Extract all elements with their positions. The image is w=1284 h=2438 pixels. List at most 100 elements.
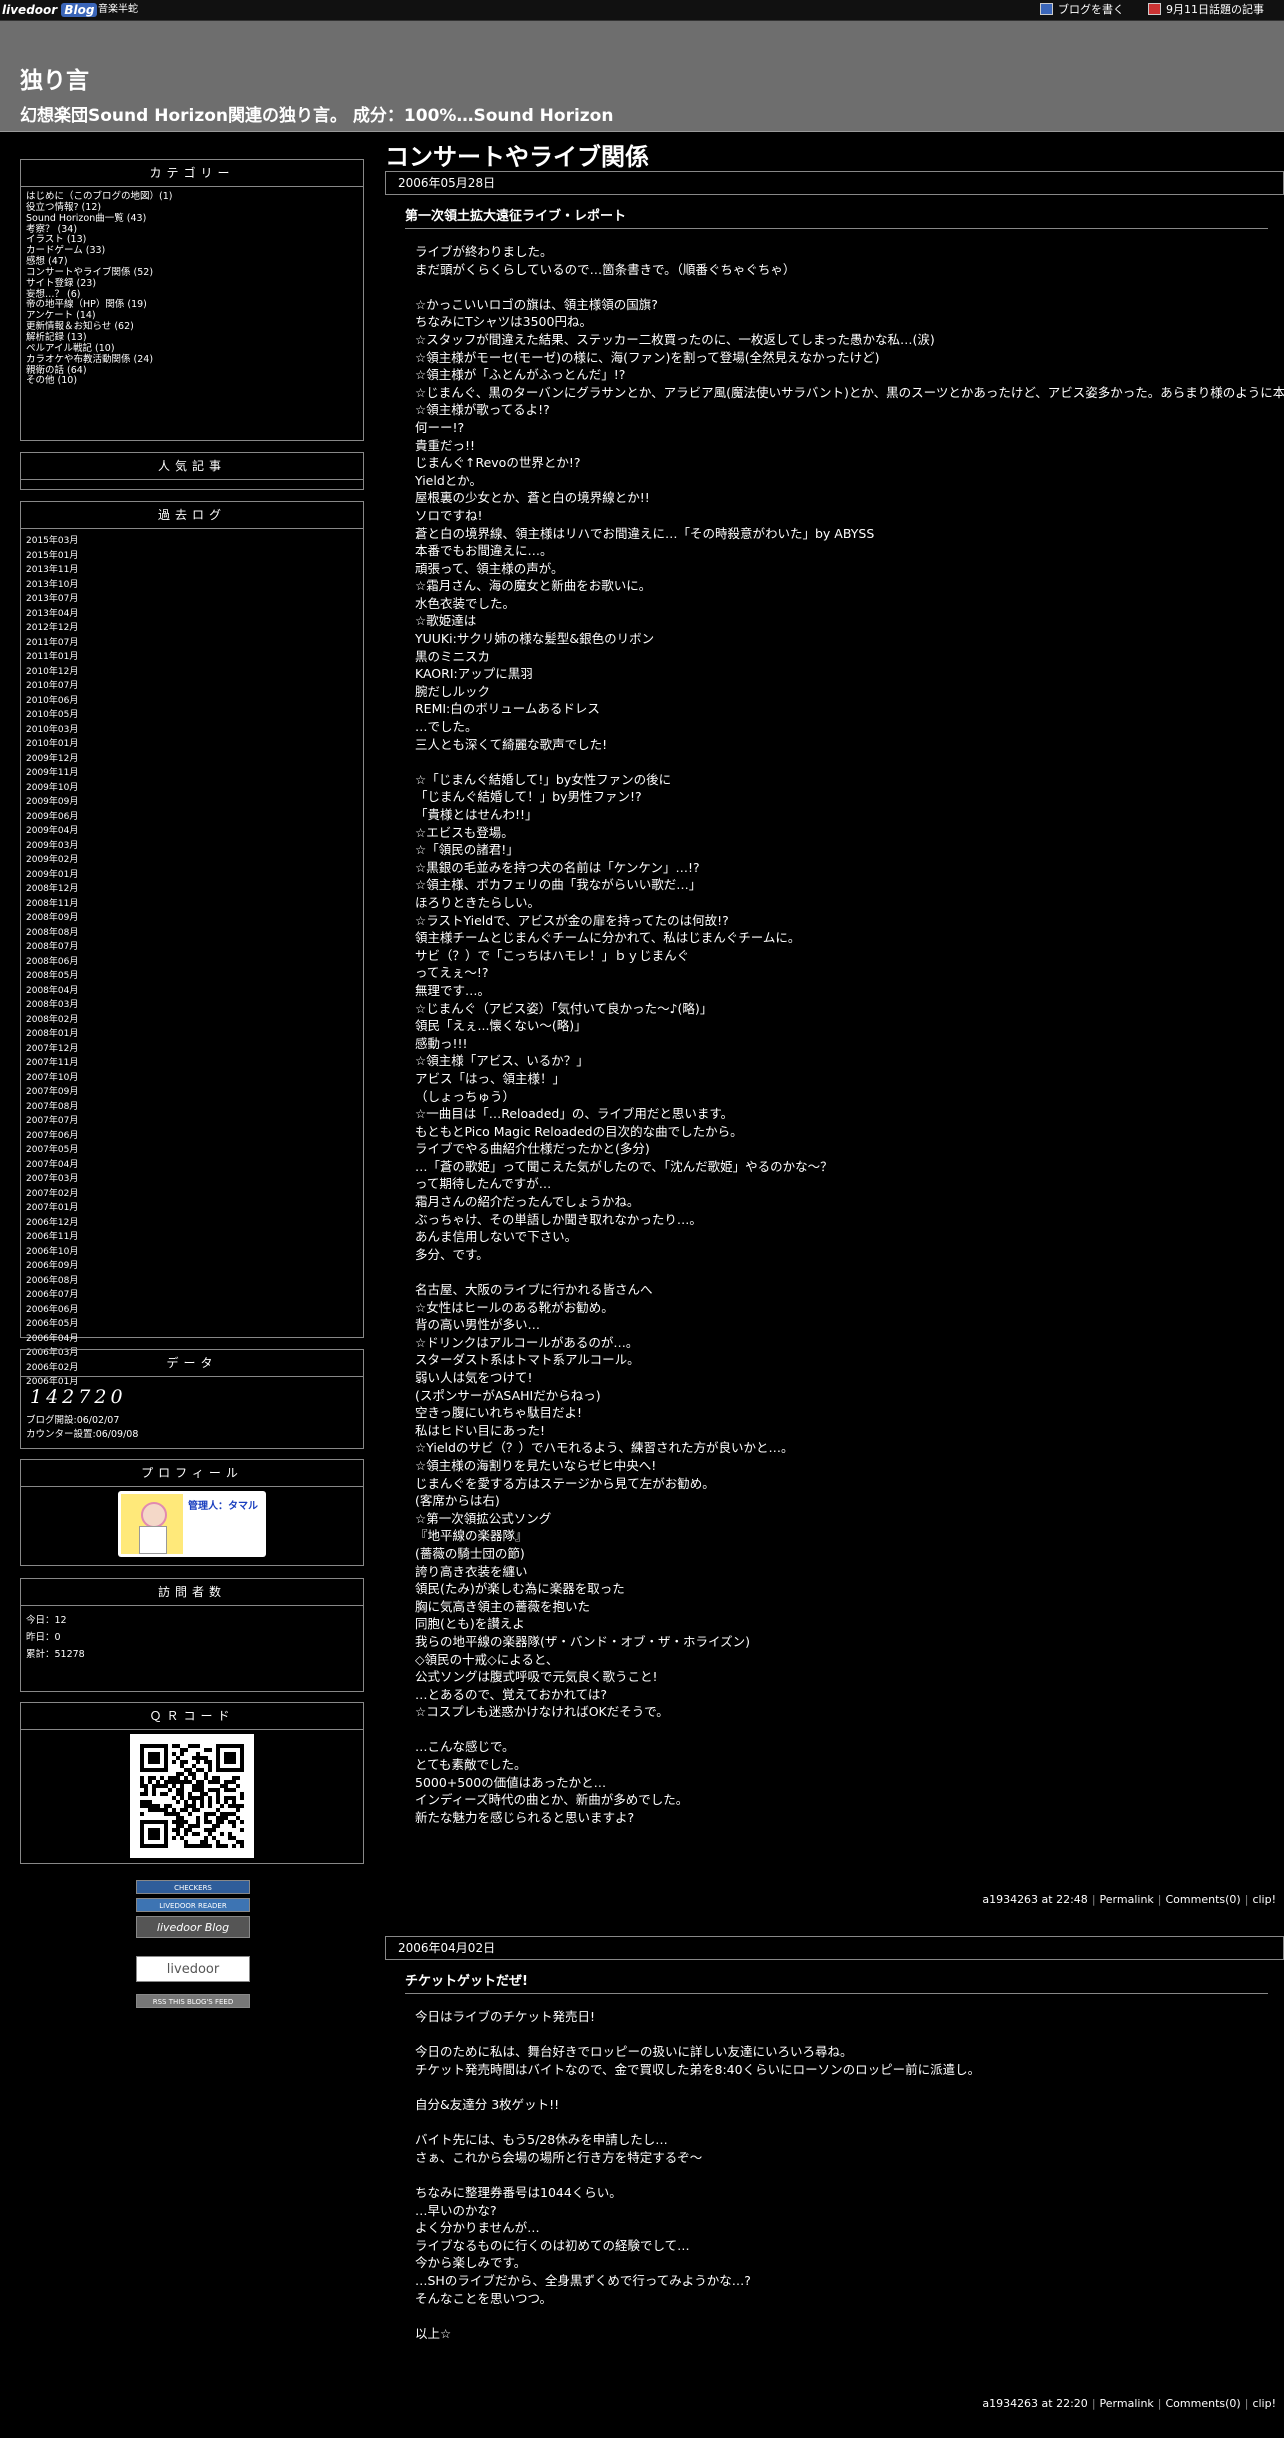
category-item-text[interactable]: サイト登録 (23) (26, 278, 96, 289)
blog-title[interactable]: 独り言 (20, 61, 89, 95)
entry-line: スターダスト系はトマト系アルコール。 (415, 1351, 1275, 1369)
archive-item-text[interactable]: 2009年03月 (26, 841, 78, 851)
archive-item-text[interactable]: 2009年04月 (26, 826, 78, 836)
archive-item-text[interactable]: 2008年01月 (26, 1029, 78, 1039)
archive-item-text[interactable]: 2007年06月 (26, 1131, 78, 1141)
write-blog-link[interactable]: ブログを書く (1040, 0, 1124, 20)
category-item-text[interactable]: イラスト (13) (26, 234, 86, 245)
archive-item-text[interactable]: 2010年12月 (26, 667, 78, 677)
livedoor-blog-badge[interactable]: livedoor Blog (136, 1916, 250, 1938)
entry-line: ライブなるものに行くのは初めての経験でして… (415, 2237, 1275, 2255)
category-item-text[interactable]: Sound Horizon曲一覧 (43) (26, 213, 146, 224)
archive-item-text[interactable]: 2007年03月 (26, 1174, 78, 1184)
archive-item-text[interactable]: 2006年07月 (26, 1290, 78, 1300)
archive-item-text[interactable]: 2008年08月 (26, 928, 78, 938)
category-item-text[interactable]: 妄想…？ (6) (26, 289, 80, 300)
archive-item-text[interactable]: 2012年12月 (26, 623, 78, 633)
category-item-text[interactable]: 帝の地平線（HP）関係 (19) (26, 299, 147, 311)
qr-code-image[interactable] (130, 1734, 254, 1858)
archive-item-text[interactable]: 2013年10月 (26, 580, 78, 590)
category-item-text[interactable]: コンサートやライブ関係 (52) (26, 267, 153, 278)
archive-item-text[interactable]: 2006年12月 (26, 1218, 78, 1228)
archive-item-text[interactable]: 2009年11月 (26, 768, 78, 778)
archive-item-text[interactable]: 2008年07月 (26, 942, 78, 952)
archive-item-text[interactable]: 2013年07月 (26, 594, 78, 604)
entry-line-text: ☆領主様「アビス、いるか？」 (415, 1053, 589, 1069)
archive-item-text[interactable]: 2006年11月 (26, 1232, 78, 1242)
topic-news-link[interactable]: 9月11日話題の記事 (1148, 0, 1264, 20)
checkers-badge[interactable]: CHECKERS (136, 1880, 250, 1894)
archive-item-text[interactable]: 2010年05月 (26, 710, 78, 720)
archive-item-text[interactable]: 2010年06月 (26, 696, 78, 706)
category-item-text[interactable]: 解析記録 (13) (26, 332, 87, 343)
archive-item-text[interactable]: 2008年05月 (26, 971, 78, 981)
archive-item-text[interactable]: 2007年09月 (26, 1087, 78, 1097)
archive-item-text[interactable]: 2006年06月 (26, 1305, 78, 1315)
archive-item-text[interactable]: 2007年08月 (26, 1102, 78, 1112)
comments-link[interactable]: Comments(0) (1166, 2397, 1241, 2410)
entry-title[interactable]: チケットゲットだぜ! (405, 1970, 1268, 1994)
archive-item-text[interactable]: 2008年06月 (26, 957, 78, 967)
category-item-text[interactable]: カードゲーム (33) (26, 245, 105, 256)
archive-item-text[interactable]: 2008年11月 (26, 899, 78, 909)
archive-item-text[interactable]: 2011年01月 (26, 652, 78, 662)
archive-item-text[interactable]: 2011年07月 (26, 638, 78, 648)
category-item-text[interactable]: カラオケや布教活動関係 (24) (26, 354, 153, 365)
category-item-text[interactable]: 役立つ情報? (12) (26, 202, 101, 213)
archive-item-text[interactable]: 2007年01月 (26, 1203, 78, 1213)
rss-feed-badge[interactable]: RSS THIS BLOG'S FEED (136, 1994, 250, 2008)
archive-item-text[interactable]: 2008年03月 (26, 1000, 78, 1010)
livedoor-blog-logo[interactable]: livedoor Blog (2, 0, 98, 20)
archive-item-text[interactable]: 2008年12月 (26, 884, 78, 894)
archive-item-text[interactable]: 2007年07月 (26, 1116, 78, 1126)
category-item-text[interactable]: はじめに（このブログの地図）(1) (26, 191, 172, 202)
archive-item-text[interactable]: 2010年07月 (26, 681, 78, 691)
entry-line-text: REMI:白のボリュームあるドレス (415, 701, 600, 717)
archive-item: 2006年05月 (26, 1317, 358, 1332)
archive-item-text[interactable]: 2006年05月 (26, 1319, 78, 1329)
category-item-text[interactable]: アンケート (14) (26, 310, 96, 321)
comments-link[interactable]: Comments(0) (1166, 1893, 1241, 1906)
archive-item-text[interactable]: 2009年06月 (26, 812, 78, 822)
livedoor-reader-badge[interactable]: LIVEDOOR READER (136, 1898, 250, 1912)
category-item-text[interactable]: 考察？ (34) (26, 224, 77, 235)
archive-item-text[interactable]: 2008年09月 (26, 913, 78, 923)
archive-item-text[interactable]: 2015年01月 (26, 551, 78, 561)
archive-item-text[interactable]: 2009年12月 (26, 754, 78, 764)
profile-card[interactable]: 管理人：タマル (118, 1491, 266, 1557)
archive-item-text[interactable]: 2009年10月 (26, 783, 78, 793)
archive-item-text[interactable]: 2008年02月 (26, 1015, 78, 1025)
category-item-text[interactable]: その他 (10) (26, 375, 77, 386)
entry-line: ちなみに整理券番号は1044くらい。 (415, 2184, 1275, 2202)
archive-item-text[interactable]: 2009年02月 (26, 855, 78, 865)
permalink-link[interactable]: Permalink (1100, 2397, 1154, 2410)
archive-item-text[interactable]: 2010年03月 (26, 725, 78, 735)
clip-link[interactable]: clip! (1252, 1893, 1276, 1906)
archive-item-text[interactable]: 2006年08月 (26, 1276, 78, 1286)
archive-item-text[interactable]: 2006年10月 (26, 1247, 78, 1257)
archive-item-text[interactable]: 2013年11月 (26, 565, 78, 575)
archive-item-text[interactable]: 2007年02月 (26, 1189, 78, 1199)
archive-item-text[interactable]: 2009年01月 (26, 870, 78, 880)
archive-item-text[interactable]: 2015年03月 (26, 536, 78, 546)
archive-item-text[interactable]: 2010年01月 (26, 739, 78, 749)
archive-item-text[interactable]: 2006年09月 (26, 1261, 78, 1271)
archive-item-text[interactable]: 2007年04月 (26, 1160, 78, 1170)
archive-item-text[interactable]: 2007年05月 (26, 1145, 78, 1155)
livedoor-badge[interactable]: livedoor (136, 1956, 250, 1982)
entry-title[interactable]: 第一次領土拡大遠征ライブ・レポート (405, 205, 1268, 229)
category-item-text[interactable]: 更新情報＆お知らせ (62) (26, 321, 134, 332)
archive-item-text[interactable]: 2006年04月 (26, 1334, 78, 1344)
permalink-link[interactable]: Permalink (1100, 1893, 1154, 1906)
category-item-text[interactable]: 感想 (47) (26, 256, 68, 267)
archive-item-text[interactable]: 2013年04月 (26, 609, 78, 619)
clip-link[interactable]: clip! (1252, 2397, 1276, 2410)
category-item-text[interactable]: 親衛の話 (64) (26, 365, 87, 376)
archive-item-text[interactable]: 2007年12月 (26, 1044, 78, 1054)
entry-line-text: ライブでやる曲紹介仕様だったかと(多分) (415, 1141, 650, 1157)
archive-item-text[interactable]: 2007年11月 (26, 1058, 78, 1068)
category-item-text[interactable]: ペルアイル戦記 (10) (26, 343, 115, 354)
archive-item-text[interactable]: 2009年09月 (26, 797, 78, 807)
archive-item-text[interactable]: 2008年04月 (26, 986, 78, 996)
archive-item-text[interactable]: 2007年10月 (26, 1073, 78, 1083)
